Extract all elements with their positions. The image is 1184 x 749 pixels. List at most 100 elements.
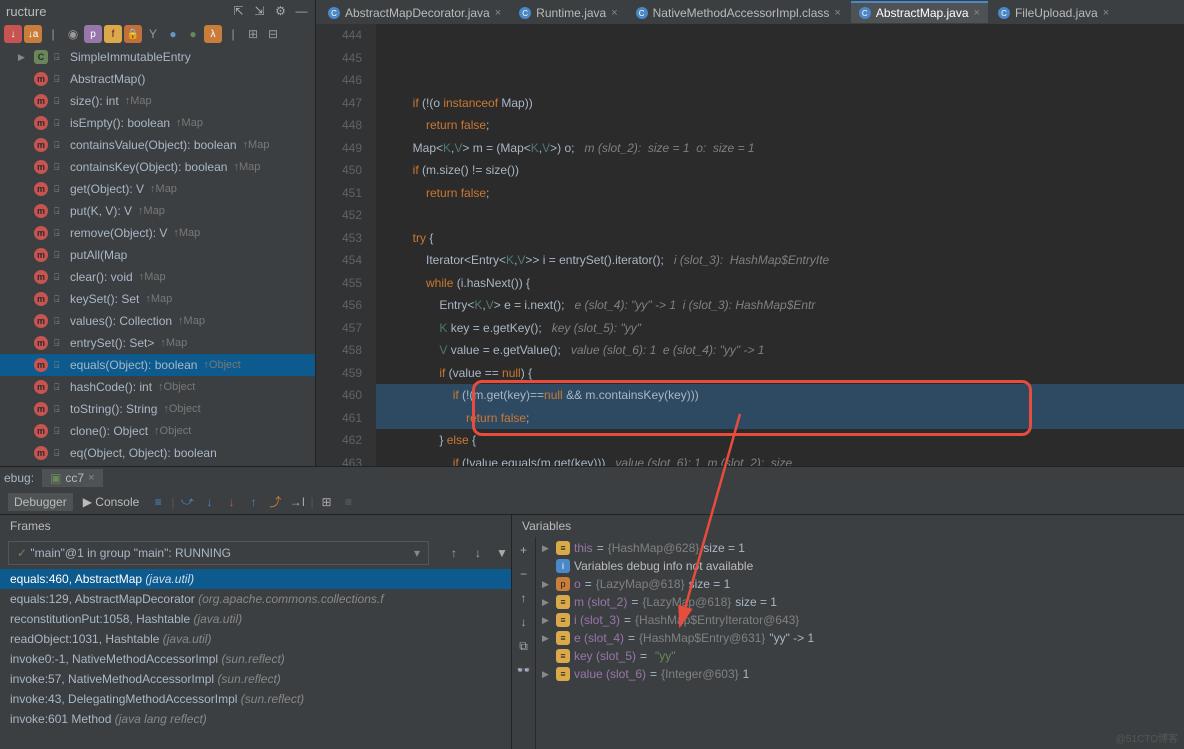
structure-item[interactable]: m⍈equals(Object): boolean ↑Object — [0, 354, 315, 376]
structure-item[interactable]: m⍈eq(Object, Object): boolean — [0, 442, 315, 464]
structure-item[interactable]: m⍈isEmpty(): boolean ↑Map — [0, 112, 315, 134]
structure-item[interactable]: m⍈hashCode(): int ↑Object — [0, 376, 315, 398]
structure-item[interactable]: m⍈clear(): void ↑Map — [0, 266, 315, 288]
gear-icon[interactable]: ⚙ — [273, 4, 288, 19]
minimize-icon[interactable]: — — [294, 4, 309, 19]
line-number[interactable]: 454 — [316, 249, 362, 272]
close-icon[interactable]: × — [495, 7, 501, 19]
expand-all-icon[interactable]: ⊞ — [244, 25, 262, 43]
variable-row[interactable]: iVariables debug info not available — [540, 557, 1180, 575]
close-icon[interactable]: × — [88, 472, 94, 484]
line-number[interactable]: 457 — [316, 317, 362, 340]
run-to-cursor-icon[interactable]: →I — [288, 493, 306, 511]
show-icon[interactable]: ◉ — [64, 25, 82, 43]
dot2-icon[interactable]: ● — [184, 25, 202, 43]
expand-icon[interactable]: ▶ — [542, 669, 552, 680]
next-frame-icon[interactable]: ↓ — [469, 544, 487, 562]
variable-row[interactable]: ▶po = {LazyMap@618} size = 1 — [540, 575, 1180, 593]
lock-icon[interactable]: 🔒 — [124, 25, 142, 43]
close-icon[interactable]: × — [1103, 7, 1109, 19]
collapse-icon[interactable]: ⇲ — [252, 4, 267, 19]
editor-tab[interactable]: CAbstractMapDecorator.java× — [320, 1, 509, 23]
structure-item[interactable]: m⍈toString(): String ↑Object — [0, 398, 315, 420]
force-step-icon[interactable]: ↓ — [222, 493, 240, 511]
p-icon[interactable]: p — [84, 25, 102, 43]
stack-frame[interactable]: invoke:601 Method (java lang reflect) — [0, 709, 511, 729]
structure-item[interactable]: m⍈size(): int ↑Map — [0, 90, 315, 112]
glasses-icon[interactable]: 👓 — [515, 661, 533, 679]
variable-row[interactable]: ▶≡e (slot_4) = {HashMap$Entry@631} "yy" … — [540, 629, 1180, 647]
evaluate-icon[interactable]: ⊞ — [318, 493, 336, 511]
step-into-icon[interactable]: ↓ — [200, 493, 218, 511]
close-icon[interactable]: × — [834, 7, 840, 19]
down-icon[interactable]: ↓ — [515, 613, 533, 631]
up-icon[interactable]: ↑ — [515, 589, 533, 607]
expand-icon[interactable]: ▶ — [542, 579, 552, 590]
step-out-icon[interactable]: ↑ — [244, 493, 262, 511]
expand-icon[interactable]: ▶ — [542, 543, 552, 554]
structure-item[interactable]: m⍈AbstractMap() — [0, 68, 315, 90]
dot1-icon[interactable]: ● — [164, 25, 182, 43]
structure-item[interactable]: m⍈putAll(Map — [0, 244, 315, 266]
close-icon[interactable]: × — [974, 7, 980, 19]
editor-tab[interactable]: CAbstractMap.java× — [851, 1, 988, 23]
console-tab[interactable]: ▶ Console — [77, 493, 146, 511]
variable-row[interactable]: ▶≡value (slot_6) = {Integer@603} 1 — [540, 665, 1180, 683]
debugger-tab[interactable]: Debugger — [8, 493, 73, 511]
trace-icon[interactable]: ≡ — [340, 493, 358, 511]
editor-tab[interactable]: CFileUpload.java× — [990, 1, 1117, 23]
line-number[interactable]: 455 — [316, 272, 362, 295]
line-number[interactable]: 451 — [316, 182, 362, 205]
structure-item[interactable]: m⍈values(): Collection ↑Map — [0, 310, 315, 332]
line-number[interactable]: 447 — [316, 92, 362, 115]
structure-item[interactable]: m⍈keySet(): Set ↑Map — [0, 288, 315, 310]
line-number[interactable]: 460 — [316, 384, 362, 407]
editor-tab[interactable]: CRuntime.java× — [511, 1, 625, 23]
thread-selector[interactable]: ✓ "main"@1 in group "main": RUNNING ▾ — [8, 541, 429, 565]
drop-frame-icon[interactable]: ⤴ — [266, 493, 284, 511]
line-number[interactable]: 458 — [316, 339, 362, 362]
variable-row[interactable]: ▶≡i (slot_3) = {HashMap$EntryIterator@64… — [540, 611, 1180, 629]
structure-item[interactable]: m⍈get(Object): V ↑Map — [0, 178, 315, 200]
editor-tab[interactable]: CNativeMethodAccessorImpl.class× — [628, 1, 849, 23]
expand-icon[interactable]: ▶ — [542, 597, 552, 608]
sort-alpha-icon[interactable]: ↓a — [24, 25, 42, 43]
structure-item[interactable]: m⍈containsKey(Object): boolean ↑Map — [0, 156, 315, 178]
structure-item[interactable]: ▶C⍈SimpleImmutableEntry — [0, 46, 315, 68]
line-number[interactable]: 459 — [316, 362, 362, 385]
debug-config-tab[interactable]: ▣ cc7 × — [42, 469, 102, 487]
remove-watch-icon[interactable]: − — [515, 565, 533, 583]
merge-icon[interactable]: Y — [144, 25, 162, 43]
line-number[interactable]: 445 — [316, 47, 362, 70]
expand-icon[interactable]: ▶ — [542, 633, 552, 644]
variable-row[interactable]: ▶≡this = {HashMap@628} size = 1 — [540, 539, 1180, 557]
stack-frame[interactable]: invoke0:-1, NativeMethodAccessorImpl (su… — [0, 649, 511, 669]
stack-frame[interactable]: equals:460, AbstractMap (java.util) — [0, 569, 511, 589]
stack-frame[interactable]: equals:129, AbstractMapDecorator (org.ap… — [0, 589, 511, 609]
sort-icon[interactable]: ↓ — [4, 25, 22, 43]
line-number[interactable]: 463 — [316, 452, 362, 467]
variable-row[interactable]: ▶≡m (slot_2) = {LazyMap@618} size = 1 — [540, 593, 1180, 611]
stack-frame[interactable]: invoke:43, DelegatingMethodAccessorImpl … — [0, 689, 511, 709]
structure-item[interactable]: m⍈entrySet(): Set> ↑Map — [0, 332, 315, 354]
line-number[interactable]: 448 — [316, 114, 362, 137]
structure-item[interactable]: m⍈remove(Object): V ↑Map — [0, 222, 315, 244]
add-watch-icon[interactable]: + — [515, 541, 533, 559]
stack-frame[interactable]: invoke:57, NativeMethodAccessorImpl (sun… — [0, 669, 511, 689]
structure-item[interactable]: m⍈clone(): Object ↑Object — [0, 420, 315, 442]
filter-icon[interactable]: ▼ — [493, 544, 511, 562]
expand-icon[interactable]: ⇱ — [231, 4, 246, 19]
chevron-down-icon[interactable]: ▾ — [414, 546, 420, 560]
prev-frame-icon[interactable]: ↑ — [445, 544, 463, 562]
line-number[interactable]: 446 — [316, 69, 362, 92]
editor-body[interactable]: 4444454464474484494504514524534544554564… — [316, 24, 1184, 466]
step-over-icon[interactable]: ⤻ — [178, 493, 196, 511]
line-number[interactable]: 450 — [316, 159, 362, 182]
line-number[interactable]: 456 — [316, 294, 362, 317]
line-number[interactable]: 444 — [316, 24, 362, 47]
line-number[interactable]: 462 — [316, 429, 362, 452]
collapse-all-icon[interactable]: ⊟ — [264, 25, 282, 43]
line-number[interactable]: 452 — [316, 204, 362, 227]
line-number[interactable]: 461 — [316, 407, 362, 430]
line-number[interactable]: 453 — [316, 227, 362, 250]
